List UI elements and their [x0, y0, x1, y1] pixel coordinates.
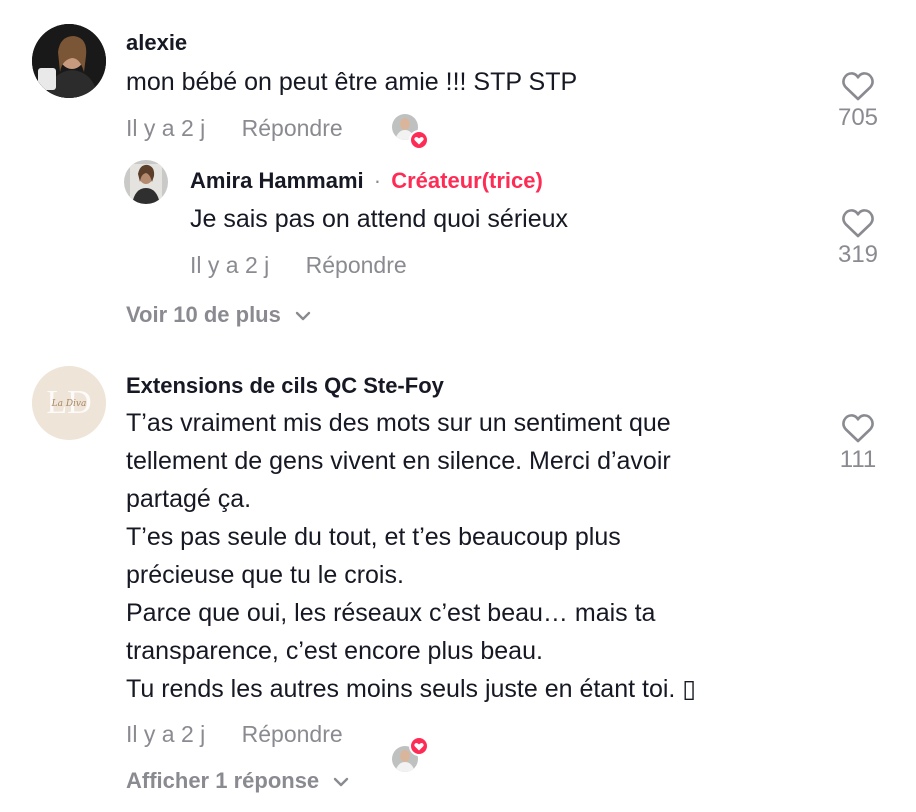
heart-outline-icon: [842, 72, 874, 101]
reply-button[interactable]: Répondre: [242, 115, 343, 141]
comment-text-line: tellement de gens vivent en silence. Mer…: [126, 447, 671, 475]
reply-username[interactable]: Amira Hammami: [190, 168, 364, 193]
creator-heart-icon: [409, 736, 429, 756]
comment-meta: Il y a 2 j Répondre: [126, 721, 373, 748]
reply-time: Il y a 2 j: [190, 252, 270, 278]
comment-text-line: Tu rends les autres moins seuls juste en…: [126, 675, 697, 703]
view-more-replies-button[interactable]: Voir 10 de plus: [126, 302, 311, 328]
reply-text: Je sais pas on attend quoi sérieux: [190, 205, 569, 233]
view-more-label: Voir 10 de plus: [126, 302, 281, 327]
comment-text-line: T’as vraiment mis des mots sur un sentim…: [126, 409, 671, 437]
like-button[interactable]: 111: [826, 412, 890, 474]
comment-meta: Il y a 2 j Répondre: [126, 115, 373, 142]
avatar-photo: [32, 24, 106, 98]
svg-text:La Diva: La Diva: [51, 399, 87, 409]
comment-username[interactable]: alexie: [126, 30, 187, 56]
heart-outline-icon: [842, 209, 874, 238]
separator-dot: ·: [373, 168, 382, 193]
comment-username[interactable]: Extensions de cils QC Ste-Foy: [126, 373, 444, 399]
comment-text-line: Parce que oui, les réseaux c’est beau… m…: [126, 599, 656, 627]
like-count: 319: [837, 241, 879, 268]
show-replies-label: Afficher 1 réponse: [126, 768, 320, 793]
comment-text-line: partagé ça.: [126, 485, 252, 513]
reply-avatar[interactable]: [124, 160, 168, 204]
like-count: 705: [837, 104, 879, 131]
comment-text: mon bébé on peut être amie !!! STP STP: [126, 68, 578, 96]
avatar[interactable]: LD La Diva: [32, 366, 106, 440]
comment-time: Il y a 2 j: [126, 721, 206, 747]
reply-button[interactable]: Répondre: [242, 721, 343, 747]
avatar-photo: [124, 160, 168, 204]
creator-heart-icon: [409, 130, 429, 150]
comment-text-line: T’es pas seule du tout, et t’es beaucoup…: [126, 523, 621, 551]
reply-username-row: Amira Hammami · Créateur(trice): [190, 168, 543, 194]
reply-meta: Il y a 2 j Répondre: [190, 252, 437, 279]
comment-time: Il y a 2 j: [126, 115, 206, 141]
avatar[interactable]: [32, 24, 106, 98]
comment-text-line: transparence, c’est encore plus beau.: [126, 637, 543, 665]
like-button[interactable]: 705: [826, 70, 890, 132]
chevron-down-icon: [334, 777, 349, 787]
show-replies-button[interactable]: Afficher 1 réponse: [126, 768, 349, 794]
creator-badge: Créateur(trice): [391, 168, 543, 193]
like-button[interactable]: 319: [826, 207, 890, 269]
reply-button[interactable]: Répondre: [306, 252, 407, 278]
heart-outline-icon: [842, 414, 874, 443]
chevron-down-icon: [295, 311, 311, 321]
la-diva-logo: LD La Diva: [32, 366, 106, 440]
comment-text-line: précieuse que tu le crois.: [126, 561, 404, 589]
comment-text: T’as vraiment mis des mots sur un sentim…: [126, 404, 806, 708]
like-count: 111: [839, 446, 877, 473]
